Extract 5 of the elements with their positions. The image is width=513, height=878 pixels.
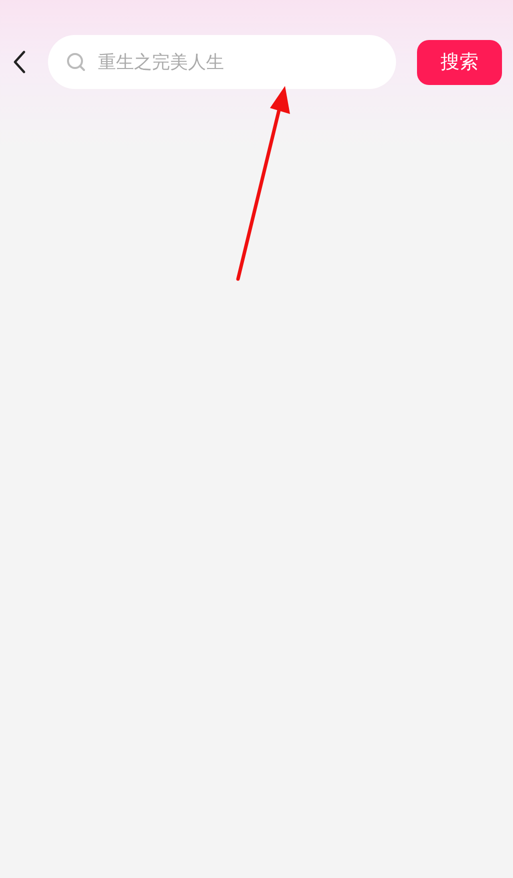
back-icon — [12, 50, 26, 74]
search-icon — [66, 52, 86, 72]
search-button[interactable]: 搜索 — [417, 40, 502, 84]
search-bar[interactable]: 重生之完美人生 — [48, 35, 396, 89]
search-field[interactable]: 重生之完美人生 — [96, 50, 378, 74]
